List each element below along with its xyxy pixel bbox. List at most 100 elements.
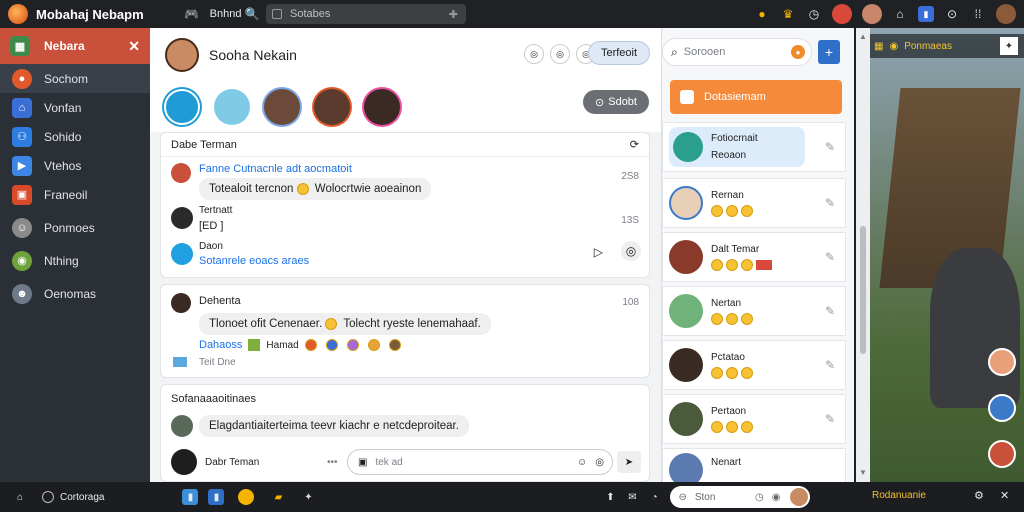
- item-link[interactable]: Sotanrele eoacs araes: [199, 255, 649, 267]
- item-link[interactable]: Fanne Cutnacnle adt aocmatoit: [199, 163, 649, 175]
- contact-item[interactable]: Pctatao ✎: [662, 340, 846, 390]
- comment-input[interactable]: ▣ tek ad ☺ ◎: [347, 449, 613, 475]
- sidebar-item-vonfan[interactable]: ⌂ Vonfan: [0, 93, 150, 122]
- game-avatar-icon[interactable]: [832, 4, 852, 24]
- story-avatar[interactable]: [214, 89, 250, 125]
- more-icon[interactable]: ◎: [621, 241, 641, 261]
- contact-item[interactable]: Nenart: [662, 448, 846, 482]
- comment-icon[interactable]: ◎: [550, 44, 570, 64]
- close-icon[interactable]: ✕: [128, 38, 140, 55]
- home-icon[interactable]: ⌂: [12, 489, 28, 505]
- camera-icon[interactable]: ◎: [595, 457, 604, 468]
- pin-icon[interactable]: ✎: [825, 304, 835, 318]
- cta-banner[interactable]: Dotasiemam: [670, 80, 842, 114]
- clock-icon[interactable]: ◷: [806, 6, 822, 22]
- refresh-icon[interactable]: ⟳: [630, 138, 639, 151]
- reaction-icon[interactable]: [304, 339, 317, 351]
- composer-avatar[interactable]: [171, 449, 197, 475]
- story-avatar[interactable]: [314, 89, 350, 125]
- taskbar-search[interactable]: ⊖ Ston ◷ ◉: [670, 486, 811, 508]
- wifi-icon[interactable]: ◔: [646, 489, 662, 505]
- search-people-icon[interactable]: ⊙: [944, 6, 960, 22]
- player-avatar[interactable]: [988, 440, 1016, 468]
- reaction-icon[interactable]: [367, 339, 380, 351]
- sidebar-item-ponmoes[interactable]: ☺ Ponmoes: [0, 213, 150, 242]
- story-avatar[interactable]: [264, 89, 300, 125]
- add-tab-icon[interactable]: ✚: [449, 8, 458, 21]
- contact-name: Nertan: [711, 297, 742, 309]
- document-icon[interactable]: ▮: [918, 6, 934, 22]
- app-icon[interactable]: ✦: [300, 489, 316, 505]
- story-avatar[interactable]: [164, 89, 200, 125]
- pin-icon[interactable]: ✎: [825, 140, 835, 154]
- settings-icon[interactable]: ⚙: [974, 489, 984, 502]
- pin-icon[interactable]: ✎: [825, 358, 835, 372]
- reaction-icon[interactable]: [388, 339, 401, 351]
- pin-icon[interactable]: ✎: [825, 412, 835, 426]
- chat-icon[interactable]: ✉: [624, 489, 640, 505]
- sidebar-item-vtehos[interactable]: ▶ Vtehos: [0, 151, 150, 180]
- more-dots-icon[interactable]: •••: [327, 457, 338, 468]
- trophy-icon[interactable]: ♛: [780, 6, 796, 22]
- contact-item[interactable]: Rernan ✎: [662, 178, 846, 228]
- notifications-icon[interactable]: ●: [754, 6, 770, 22]
- scroll-down-icon[interactable]: ▼: [859, 468, 867, 477]
- user-avatar[interactable]: [862, 4, 882, 24]
- gamepad-icon[interactable]: 🎮: [184, 6, 200, 22]
- user-avatar[interactable]: [790, 488, 809, 506]
- add-contact-button[interactable]: +: [818, 40, 840, 64]
- scroll-thumb[interactable]: [860, 226, 866, 354]
- contact-item[interactable]: Fotiocrnait Reoaon ✎: [662, 122, 846, 172]
- scrollbar[interactable]: ▲ ▼: [856, 28, 870, 482]
- folder-icon[interactable]: ▰: [270, 489, 286, 505]
- comment-avatar[interactable]: [171, 415, 193, 437]
- sidebar-item-franeoil[interactable]: ▣ Franeoil: [0, 180, 150, 209]
- start-label[interactable]: Cortoraga: [60, 492, 104, 503]
- player-avatar[interactable]: [988, 348, 1016, 376]
- contact-name: Pertaon: [711, 405, 747, 417]
- twitter-icon[interactable]: ✦: [1000, 37, 1018, 55]
- sidebar-item-nthing[interactable]: ◉ Nthing: [0, 246, 150, 275]
- emoji-picker-icon[interactable]: ☺: [577, 457, 587, 468]
- sidebar-item-sochom[interactable]: ● Sochom: [0, 64, 150, 93]
- start-button[interactable]: ⊙ Sdobt: [583, 90, 649, 114]
- upload-icon[interactable]: ⬆: [602, 489, 618, 505]
- contact-item[interactable]: Pertaon ✎: [662, 394, 846, 444]
- image-icon[interactable]: ▣: [358, 457, 367, 468]
- search-icon[interactable]: 🔍: [244, 6, 260, 22]
- store-icon[interactable]: ⌂: [892, 6, 908, 22]
- apps-grid-icon[interactable]: ⁞⁞: [970, 6, 986, 22]
- contact-item[interactable]: Dalt Temar ✎: [662, 232, 846, 282]
- profile-avatar[interactable]: [996, 4, 1016, 24]
- menu-label[interactable]: Bnhnd: [210, 8, 242, 20]
- profile-avatar[interactable]: [165, 38, 199, 72]
- browser-icon[interactable]: ▮: [182, 489, 199, 505]
- like-icon[interactable]: ◎: [524, 44, 544, 64]
- sidebar-item-oenomas[interactable]: ☻ Oenomas: [0, 279, 150, 308]
- close-icon[interactable]: ✕: [1000, 489, 1009, 502]
- scroll-up-icon[interactable]: ▲: [859, 32, 867, 41]
- pin-icon[interactable]: ✎: [825, 250, 835, 264]
- item-avatar[interactable]: [171, 207, 193, 229]
- item-avatar[interactable]: [171, 163, 191, 183]
- reaction-icon[interactable]: [325, 339, 338, 351]
- post-link[interactable]: Dahaoss: [199, 339, 242, 351]
- chrome-icon[interactable]: [238, 489, 255, 505]
- sidebar: ▦ Nebara ✕ ● Sochom ⌂ Vonfan ⚇ Sohido ▶ …: [0, 28, 150, 482]
- top-search-input[interactable]: Sotabes ✚: [266, 4, 466, 24]
- player-avatar[interactable]: [988, 394, 1016, 422]
- reaction-icon[interactable]: [346, 339, 359, 351]
- store-icon[interactable]: ▮: [208, 489, 225, 505]
- item-avatar[interactable]: [171, 243, 193, 265]
- send-icon[interactable]: ▷: [594, 245, 603, 259]
- contacts-search[interactable]: ⌕ Sorooen ●: [662, 38, 812, 66]
- send-button[interactable]: ➤: [617, 451, 641, 473]
- pin-icon[interactable]: ✎: [825, 196, 835, 210]
- post-avatar[interactable]: [171, 293, 191, 313]
- sidebar-item-sohido[interactable]: ⚇ Sohido: [0, 122, 150, 151]
- story-avatar[interactable]: [364, 89, 400, 125]
- message-bubble: Elagdantiaiterteima teevr kiachr e netcd…: [199, 415, 469, 437]
- friend-button[interactable]: Terfeoit: [588, 41, 650, 65]
- share-icon[interactable]: [173, 357, 187, 367]
- contact-item[interactable]: Nertan ✎: [662, 286, 846, 336]
